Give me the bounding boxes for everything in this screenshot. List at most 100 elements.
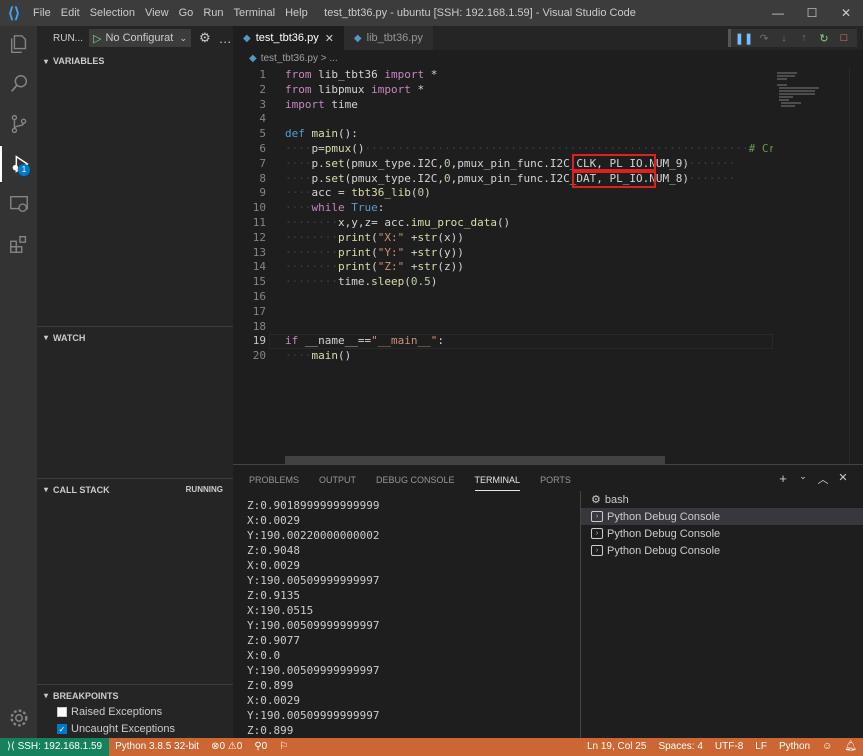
terminal-line: Z:0.9135 — [247, 589, 300, 602]
terminal-output[interactable]: Z:0.9018999999999999 X:0.0029 Y:190.0022… — [247, 495, 577, 737]
line-number: 7 — [259, 156, 266, 170]
add-terminal-icon[interactable]: + — [773, 471, 793, 487]
line-number: 13 — [252, 245, 266, 259]
minimap[interactable] — [773, 68, 849, 464]
line-number: 20 — [252, 349, 266, 363]
tab-terminal[interactable]: TERMINAL — [474, 469, 521, 491]
terminal-item-python-debug-3[interactable]: › Python Debug Console — [581, 542, 863, 559]
problems-indicator[interactable]: ⊗0 ⚠0 — [205, 738, 248, 756]
remote-label: SSH: 192.168.1.59 — [17, 741, 103, 752]
call-stack-title: CALL STACK — [53, 484, 110, 495]
tab-test-tbt36[interactable]: ◆ test_tbt36.py ✕ — [233, 26, 344, 50]
cursor-position[interactable]: Ln 19, Col 25 — [581, 738, 653, 756]
menu-view[interactable]: View — [140, 0, 174, 26]
tab-lib-tbt36[interactable]: ◆ lib_tbt36.py — [343, 26, 433, 50]
raised-exceptions-checkbox[interactable] — [57, 707, 67, 717]
python-file-icon: ◆ — [249, 53, 257, 64]
notifications-bell-icon[interactable]: 🔔︎ — [838, 738, 863, 756]
horizontal-scrollbar[interactable] — [285, 456, 665, 464]
window-title: test_tbt36.py - ubuntu [SSH: 192.168.1.5… — [324, 7, 636, 19]
close-icon[interactable]: ✕ — [325, 32, 334, 45]
editor-tabs: ◆ test_tbt36.py ✕ ◆ lib_tbt36.py ❚❚ ↷ ↓ … — [233, 26, 863, 50]
maximize-icon[interactable]: ☐ — [795, 0, 829, 26]
terminal-item-python-debug-1[interactable]: › Python Debug Console — [581, 508, 863, 525]
debug-launch-icon[interactable]: ⚐ — [273, 738, 294, 756]
terminal-line: X:190.0515 — [247, 604, 314, 617]
menu-selection[interactable]: Selection — [85, 0, 140, 26]
tab-debug-console[interactable]: DEBUG CONSOLE — [376, 465, 455, 495]
step-into-icon[interactable]: ↓ — [774, 32, 794, 44]
tab-problems[interactable]: PROBLEMS — [249, 465, 299, 495]
code-line: ········x,y,z= acc.imu_proc_data() — [285, 216, 511, 229]
breakpoints-section-header[interactable]: ▾ BREAKPOINTS — [37, 684, 233, 706]
code-line: if __name__=="__main__": — [285, 334, 444, 348]
terminal-line: Z:0.9018999999999999 — [247, 499, 380, 512]
minimize-icon[interactable]: — — [761, 0, 795, 26]
play-icon[interactable]: ▷ — [93, 32, 101, 45]
terminal-icon: › — [591, 528, 603, 539]
watch-section-header[interactable]: ▾ WATCH — [37, 326, 233, 348]
code-line: ····p=pmux()····························… — [285, 142, 773, 155]
pause-icon[interactable]: ❚❚ — [734, 32, 754, 45]
launch-config-select[interactable]: ▷ No Configurat ⌄ — [89, 29, 191, 47]
vertical-scrollbar[interactable] — [849, 68, 863, 464]
chevron-down-icon[interactable]: ⌄ — [793, 471, 813, 487]
terminal-item-label: Python Debug Console — [607, 510, 721, 523]
terminal-line: Y:190.00509999999997 — [247, 664, 380, 677]
terminal-icon: › — [591, 511, 603, 522]
tab-label: lib_tbt36.py — [366, 32, 423, 44]
language-mode[interactable]: Python — [773, 738, 816, 756]
extensions-icon[interactable] — [0, 226, 37, 262]
terminal-line: Z:0.9048 — [247, 544, 300, 557]
encoding[interactable]: UTF-8 — [709, 738, 749, 756]
ports-indicator[interactable]: ⚲0 — [248, 738, 273, 756]
line-number: 8 — [259, 171, 266, 185]
variables-section-header[interactable]: ▾ VARIABLES — [37, 50, 233, 72]
uncaught-exceptions-checkbox[interactable]: ✓ — [57, 724, 67, 734]
breakpoint-label: Uncaught Exceptions — [71, 723, 175, 735]
menu-terminal[interactable]: Terminal — [229, 0, 281, 26]
code-editor[interactable]: 1 2 3 4 5 6 7 8 9 10 11 12 13 14 15 16 1… — [233, 68, 773, 464]
launch-config-value: No Configurat — [105, 32, 174, 44]
tab-output[interactable]: OUTPUT — [319, 465, 356, 495]
end-of-line[interactable]: LF — [749, 738, 773, 756]
call-stack-section-header[interactable]: ▾ CALL STACK RUNNING — [37, 478, 233, 500]
menu-run[interactable]: Run — [198, 0, 228, 26]
search-icon[interactable] — [0, 66, 37, 102]
maximize-panel-icon[interactable]: ︿ — [813, 471, 833, 487]
terminal-item-bash[interactable]: ⚙ bash — [581, 491, 863, 508]
line-number: 9 — [259, 186, 266, 200]
gear-icon[interactable]: ⚙ — [199, 30, 211, 46]
step-over-icon[interactable]: ↷ — [754, 32, 774, 45]
settings-gear-icon[interactable] — [0, 700, 37, 736]
restart-icon[interactable]: ↻ — [814, 32, 834, 45]
menu-go[interactable]: Go — [174, 0, 199, 26]
python-interpreter[interactable]: Python 3.8.5 32-bit — [109, 738, 205, 756]
run-debug-icon[interactable]: 1 — [0, 146, 37, 182]
tab-ports[interactable]: PORTS — [540, 465, 571, 495]
stop-icon[interactable]: □ — [834, 32, 854, 44]
menu-bar: File Edit Selection View Go Run Terminal… — [28, 0, 313, 26]
close-panel-icon[interactable]: ✕ — [833, 471, 853, 487]
more-actions-icon[interactable]: … — [219, 31, 232, 46]
highlight-box-num-8 — [572, 169, 656, 188]
debug-sidebar: RUN... ▷ No Configurat ⌄ ⚙ … ▾ VARIABLES… — [37, 26, 233, 738]
close-icon[interactable]: ✕ — [829, 0, 863, 26]
breadcrumb-file[interactable]: test_tbt36.py — [261, 53, 318, 64]
terminal-item-python-debug-2[interactable]: › Python Debug Console — [581, 525, 863, 542]
remote-explorer-icon[interactable] — [0, 186, 37, 222]
code-line: ····acc = tbt36_lib(0) — [285, 186, 431, 200]
step-out-icon[interactable]: ↑ — [794, 32, 814, 44]
feedback-icon[interactable]: ☺ — [816, 738, 838, 756]
remote-indicator[interactable]: ⟩⟨ SSH: 192.168.1.59 — [0, 738, 110, 756]
menu-file[interactable]: File — [28, 0, 56, 26]
explorer-icon[interactable] — [0, 26, 37, 62]
breakpoint-raised-exceptions[interactable]: Raised Exceptions — [57, 706, 162, 718]
debug-badge: 1 — [18, 164, 30, 176]
indentation[interactable]: Spaces: 4 — [652, 738, 708, 756]
menu-edit[interactable]: Edit — [56, 0, 85, 26]
breadcrumb-rest[interactable]: > ... — [321, 53, 338, 64]
source-control-icon[interactable] — [0, 106, 37, 142]
breakpoint-uncaught-exceptions[interactable]: ✓ Uncaught Exceptions — [57, 723, 175, 735]
error-count: 0 — [219, 741, 226, 752]
